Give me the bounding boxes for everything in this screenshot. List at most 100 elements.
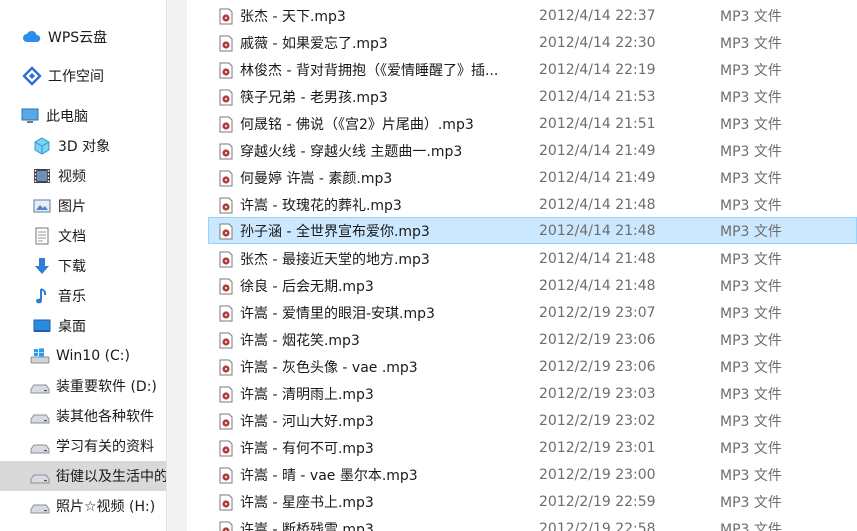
nav-label: WPS云盘 [48, 30, 108, 46]
file-date-modified: 2012/2/19 23:06 [539, 358, 656, 375]
file-row[interactable]: 许嵩 - 星座书上.mp3 2012/2/19 22:59 MP3 文件 [208, 488, 857, 515]
mp3-file-icon [219, 521, 233, 531]
file-row[interactable]: 张杰 - 天下.mp3 2012/4/14 22:37 MP3 文件 [208, 2, 857, 29]
file-row[interactable]: 穿越火线 - 穿越火线 主题曲一.mp3 2012/4/14 21:49 MP3… [208, 137, 857, 164]
navigation-pane: WPS云盘 工作空间 此电脑 3D 对象 视频 图片 文档 下载 音乐 桌面 W… [0, 0, 166, 531]
file-row[interactable]: 戚薇 - 如果爱忘了.mp3 2012/4/14 22:30 MP3 文件 [208, 29, 857, 56]
file-row[interactable]: 许嵩 - 晴 - vae 墨尔本.mp3 2012/2/19 23:00 MP3… [208, 461, 857, 488]
file-type: MP3 文件 [720, 170, 782, 187]
file-row-selected[interactable]: 孙子涵 - 全世界宣布爱你.mp3 2012/4/14 21:48 MP3 文件 [208, 217, 857, 244]
nav-item-workspace[interactable]: 工作空间 [0, 61, 166, 91]
workspace-icon [22, 66, 42, 86]
nav-item-documents[interactable]: 文档 [0, 221, 166, 251]
file-row[interactable]: 张杰 - 最接近天堂的地方.mp3 2012/4/14 21:48 MP3 文件 [208, 245, 857, 272]
pane-divider[interactable] [166, 0, 187, 531]
nav-label: 桌面 [58, 319, 86, 335]
nav-item-pictures[interactable]: 图片 [0, 191, 166, 221]
file-type: MP3 文件 [720, 467, 782, 484]
file-name: 筷子兄弟 - 老男孩.mp3 [240, 89, 388, 106]
mp3-file-icon [219, 251, 233, 268]
file-date-modified: 2012/4/14 21:48 [539, 222, 656, 239]
nav-item-drive-f[interactable]: 学习有关的资料 [0, 431, 166, 461]
file-row[interactable]: 许嵩 - 灰色头像 - vae .mp3 2012/2/19 23:06 MP3… [208, 353, 857, 380]
desktop-icon [32, 316, 52, 336]
file-row[interactable]: 许嵩 - 有何不可.mp3 2012/2/19 23:01 MP3 文件 [208, 434, 857, 461]
file-row[interactable]: 林俊杰 - 背对背拥抱（《爱情睡醒了》插... 2012/4/14 22:19 … [208, 56, 857, 83]
file-name: 许嵩 - 河山大好.mp3 [240, 413, 374, 430]
file-name: 许嵩 - 灰色头像 - vae .mp3 [240, 359, 418, 376]
nav-item-drive-d[interactable]: 装重要软件 (D:) [0, 371, 166, 401]
nav-item-wps-cloud[interactable]: WPS云盘 [0, 22, 166, 52]
mp3-file-icon [219, 35, 233, 52]
file-name: 孙子涵 - 全世界宣布爱你.mp3 [240, 223, 430, 240]
mp3-file-icon [219, 170, 233, 187]
mp3-file-icon [219, 305, 233, 322]
file-row[interactable]: 筷子兄弟 - 老男孩.mp3 2012/4/14 21:53 MP3 文件 [208, 83, 857, 110]
file-type: MP3 文件 [720, 359, 782, 376]
mp3-file-icon [219, 197, 233, 214]
file-type: MP3 文件 [720, 62, 782, 79]
nav-item-downloads[interactable]: 下载 [0, 251, 166, 281]
drive-icon [30, 436, 50, 456]
file-list: 张杰 - 天下.mp3 2012/4/14 22:37 MP3 文件 戚薇 - … [186, 0, 857, 531]
file-date-modified: 2012/4/14 22:30 [539, 34, 656, 51]
nav-item-drive-c[interactable]: Win10 (C:) [0, 341, 166, 371]
3d-objects-icon [32, 136, 52, 156]
file-name: 许嵩 - 爱情里的眼泪-安琪.mp3 [240, 305, 435, 322]
file-date-modified: 2012/2/19 22:58 [539, 520, 656, 531]
nav-item-videos[interactable]: 视频 [0, 161, 166, 191]
file-row[interactable]: 许嵩 - 烟花笑.mp3 2012/2/19 23:06 MP3 文件 [208, 326, 857, 353]
file-type: MP3 文件 [720, 521, 782, 531]
nav-item-drive-g[interactable]: 街健以及生活中的 [0, 461, 166, 491]
file-date-modified: 2012/2/19 23:00 [539, 466, 656, 483]
file-name: 许嵩 - 有何不可.mp3 [240, 440, 374, 457]
file-row[interactable]: 徐良 - 后会无期.mp3 2012/4/14 21:48 MP3 文件 [208, 272, 857, 299]
mp3-file-icon [219, 440, 233, 457]
file-row[interactable]: 何曼婷 许嵩 - 素颜.mp3 2012/4/14 21:49 MP3 文件 [208, 164, 857, 191]
file-type: MP3 文件 [720, 8, 782, 25]
file-row[interactable]: 许嵩 - 清明雨上.mp3 2012/2/19 23:03 MP3 文件 [208, 380, 857, 407]
drive-icon [30, 466, 50, 486]
file-name: 许嵩 - 星座书上.mp3 [240, 494, 374, 511]
file-row[interactable]: 许嵩 - 河山大好.mp3 2012/2/19 23:02 MP3 文件 [208, 407, 857, 434]
file-type: MP3 文件 [720, 413, 782, 430]
file-date-modified: 2012/4/14 21:48 [539, 250, 656, 267]
nav-item-drive-e[interactable]: 装其他各种软件 [0, 401, 166, 431]
file-date-modified: 2012/4/14 21:51 [539, 115, 656, 132]
nav-label: 下载 [58, 259, 86, 275]
file-name: 张杰 - 最接近天堂的地方.mp3 [240, 251, 430, 268]
file-type: MP3 文件 [720, 440, 782, 457]
file-row[interactable]: 许嵩 - 玫瑰花的葬礼.mp3 2012/4/14 21:48 MP3 文件 [208, 191, 857, 218]
file-date-modified: 2012/4/14 21:53 [539, 88, 656, 105]
file-date-modified: 2012/2/19 23:06 [539, 331, 656, 348]
file-name: 许嵩 - 清明雨上.mp3 [240, 386, 374, 403]
file-type: MP3 文件 [720, 332, 782, 349]
mp3-file-icon [219, 223, 233, 240]
nav-item-drive-h[interactable]: 照片☆视频 (H:) [0, 491, 166, 521]
nav-label: 3D 对象 [58, 139, 111, 155]
nav-label: 音乐 [58, 289, 86, 305]
file-name: 许嵩 - 断桥残雪.mp3 [240, 521, 374, 531]
nav-item-music[interactable]: 音乐 [0, 281, 166, 311]
file-date-modified: 2012/2/19 23:07 [539, 304, 656, 321]
file-type: MP3 文件 [720, 251, 782, 268]
file-row[interactable]: 许嵩 - 断桥残雪.mp3 2012/2/19 22:58 MP3 文件 [208, 515, 857, 531]
nav-label: 图片 [58, 199, 86, 215]
file-row[interactable]: 何晟铭 - 佛说（《宫2》片尾曲）.mp3 2012/4/14 21:51 MP… [208, 110, 857, 137]
file-name: 何晟铭 - 佛说（《宫2》片尾曲）.mp3 [240, 116, 474, 133]
file-type: MP3 文件 [720, 116, 782, 133]
nav-item-desktop[interactable]: 桌面 [0, 311, 166, 341]
mp3-file-icon [219, 89, 233, 106]
nav-item-3d-objects[interactable]: 3D 对象 [0, 131, 166, 161]
file-date-modified: 2012/4/14 21:49 [539, 169, 656, 186]
nav-item-this-pc[interactable]: 此电脑 [0, 101, 166, 131]
mp3-file-icon [219, 8, 233, 25]
file-row[interactable]: 许嵩 - 爱情里的眼泪-安琪.mp3 2012/2/19 23:07 MP3 文… [208, 299, 857, 326]
windows-drive-icon [30, 346, 50, 366]
mp3-file-icon [219, 386, 233, 403]
download-icon [32, 256, 52, 276]
file-name: 林俊杰 - 背对背拥抱（《爱情睡醒了》插... [240, 62, 499, 79]
nav-label: 装重要软件 (D:) [56, 379, 157, 395]
file-date-modified: 2012/4/14 21:48 [539, 277, 656, 294]
file-date-modified: 2012/4/14 21:49 [539, 142, 656, 159]
